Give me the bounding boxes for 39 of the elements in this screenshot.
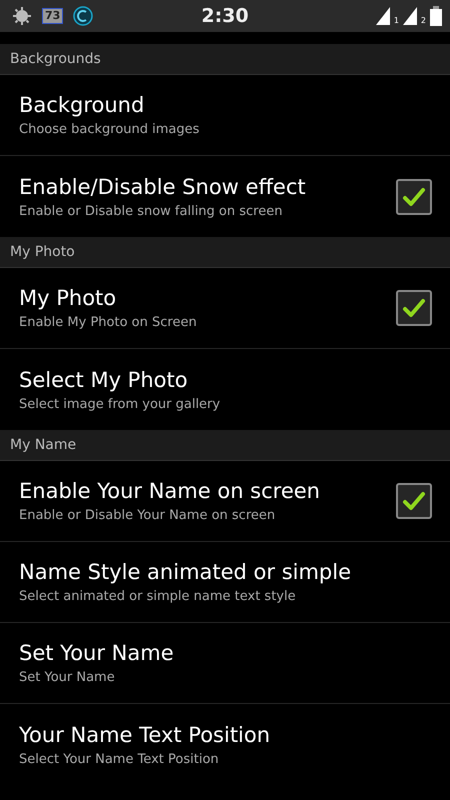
- battery-icon: [430, 6, 442, 26]
- item-summary: Select image from your gallery: [19, 396, 220, 412]
- sim-number: 1: [394, 17, 399, 25]
- item-title: Enable/Disable Snow effect: [19, 174, 306, 198]
- checkbox[interactable]: [396, 178, 432, 214]
- item-summary: Select Your Name Text Position: [19, 752, 220, 766]
- item-title: Background: [19, 93, 146, 117]
- item-title: Select My Photo: [19, 368, 189, 392]
- item-title: Your Name Text Position: [19, 722, 270, 746]
- item-summary: Select animated or simple name text style: [19, 589, 297, 604]
- checkbox[interactable]: [396, 483, 432, 519]
- preference-item[interactable]: Set Your Name Set Your Name: [0, 623, 450, 704]
- item-summary: Set Your Name: [19, 670, 116, 685]
- checkmark-icon: [402, 491, 426, 511]
- item-summary: Enable or Disable snow falling on screen: [19, 204, 284, 218]
- item-title: My Photo: [19, 286, 118, 310]
- checkbox[interactable]: [396, 290, 432, 326]
- preference-item[interactable]: Your Name Text Position Select Your Name Text Position: [0, 704, 450, 785]
- temperature-badge: 73: [42, 8, 64, 24]
- preference-item[interactable]: Enable Your Name on screen Enable or Disable Your Name on screen: [0, 461, 450, 542]
- sim-number: 2: [420, 17, 426, 25]
- item-summary: Enable or Disable Your Name on screen: [19, 508, 276, 523]
- circle-logo-icon: [73, 6, 94, 26]
- section-title: My Name: [10, 437, 76, 453]
- item-summary: Enable My Photo on Screen: [19, 315, 197, 330]
- section-title: Backgrounds: [10, 51, 101, 67]
- checkmark-icon: [402, 298, 426, 318]
- section-title: My Photo: [10, 244, 75, 260]
- preference-item[interactable]: Background Choose background images: [0, 75, 450, 156]
- preference-item[interactable]: Select My Photo Select image from your gallery: [0, 349, 450, 430]
- preference-item[interactable]: My Photo Enable My Photo on Screen: [0, 268, 450, 349]
- clock-time: 2:30: [201, 5, 249, 27]
- preference-item[interactable]: Name Style animated or simple Select animated or simple name text style: [0, 542, 450, 623]
- item-title: Set Your Name: [19, 641, 174, 665]
- item-summary: Choose background images: [19, 122, 200, 137]
- preference-item[interactable]: Enable/Disable Snow effect Enable or Disable snow falling on screen: [0, 156, 450, 237]
- item-title: Enable Your Name on screen: [19, 479, 320, 503]
- item-title: Name Style animated or simple: [19, 560, 352, 584]
- checkmark-icon: [402, 186, 426, 206]
